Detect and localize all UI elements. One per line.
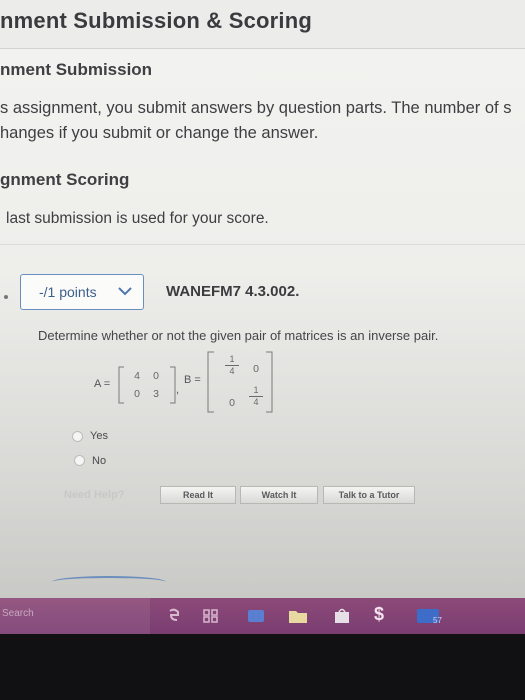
submission-text-line1: s assignment, you submit answers by ques… [0,99,512,117]
matrix-a-cell: 4 [134,370,140,382]
matrix-a-brackets [118,366,176,404]
page-title: nment Submission & Scoring [0,8,313,33]
submission-text-line2: hanges if you submit or change the answe… [0,124,319,142]
radio-no[interactable] [74,455,85,466]
scoring-heading: gnment Scoring [0,170,130,189]
submission-heading: nment Submission [0,60,153,79]
taskbar-search[interactable]: Search [0,598,150,634]
taskbar-badge: 57 [433,616,442,625]
edge-icon[interactable] [166,607,182,625]
matrix-b-cell: 0 [253,363,259,375]
folder-icon[interactable] [288,607,308,625]
scoring-text: last submission is used for your score. [6,210,269,227]
points-label: -/1 points [39,284,97,300]
points-dropdown[interactable]: -/1 points [20,274,144,310]
question-bullet [4,295,8,299]
matrix-a-cell: 0 [134,388,140,400]
fraction-denominator: 4 [253,397,259,407]
option-no-label: No [92,455,107,467]
radio-yes[interactable] [72,431,83,442]
fraction-numerator: 1 [229,354,235,364]
store-icon[interactable] [246,607,266,625]
matrix-b-fraction: 1 4 [225,355,239,376]
submit-area-edge [52,576,166,588]
bag-icon[interactable] [332,607,352,625]
matrix-separator: , [176,384,180,396]
taskbar: Search $ 57 [0,598,525,634]
page-header: nment Submission & Scoring [0,0,525,49]
matrix-b-cell: 0 [229,397,235,409]
taskbar-search-label: Search [2,608,34,619]
matrix-b-brackets [207,351,273,413]
read-it-button[interactable]: Read It [160,486,236,504]
question-id: WANEFM7 4.3.002. [166,283,300,300]
matrix-b-label: B = [184,374,201,386]
matrix-a-cell: 0 [153,370,159,382]
fraction-denominator: 4 [229,366,235,376]
monitor-bezel [0,634,525,700]
matrix-a-label: A = [94,378,111,390]
need-help-label: Need Help? [64,489,125,501]
option-yes-label: Yes [90,430,108,442]
matrix-b-fraction: 1 4 [249,386,263,407]
divider [0,244,525,245]
dollar-icon[interactable]: $ [374,604,384,625]
browser-viewport: nment Submission & Scoring nment Submiss… [0,0,525,598]
fraction-numerator: 1 [253,385,259,395]
task-view-icon[interactable] [203,607,219,625]
chevron-down-icon [118,287,132,296]
matrix-a-cell: 3 [153,388,159,400]
question-prompt: Determine whether or not the given pair … [38,328,439,343]
watch-it-button[interactable]: Watch It [240,486,318,504]
talk-to-tutor-button[interactable]: Talk to a Tutor [323,486,415,504]
